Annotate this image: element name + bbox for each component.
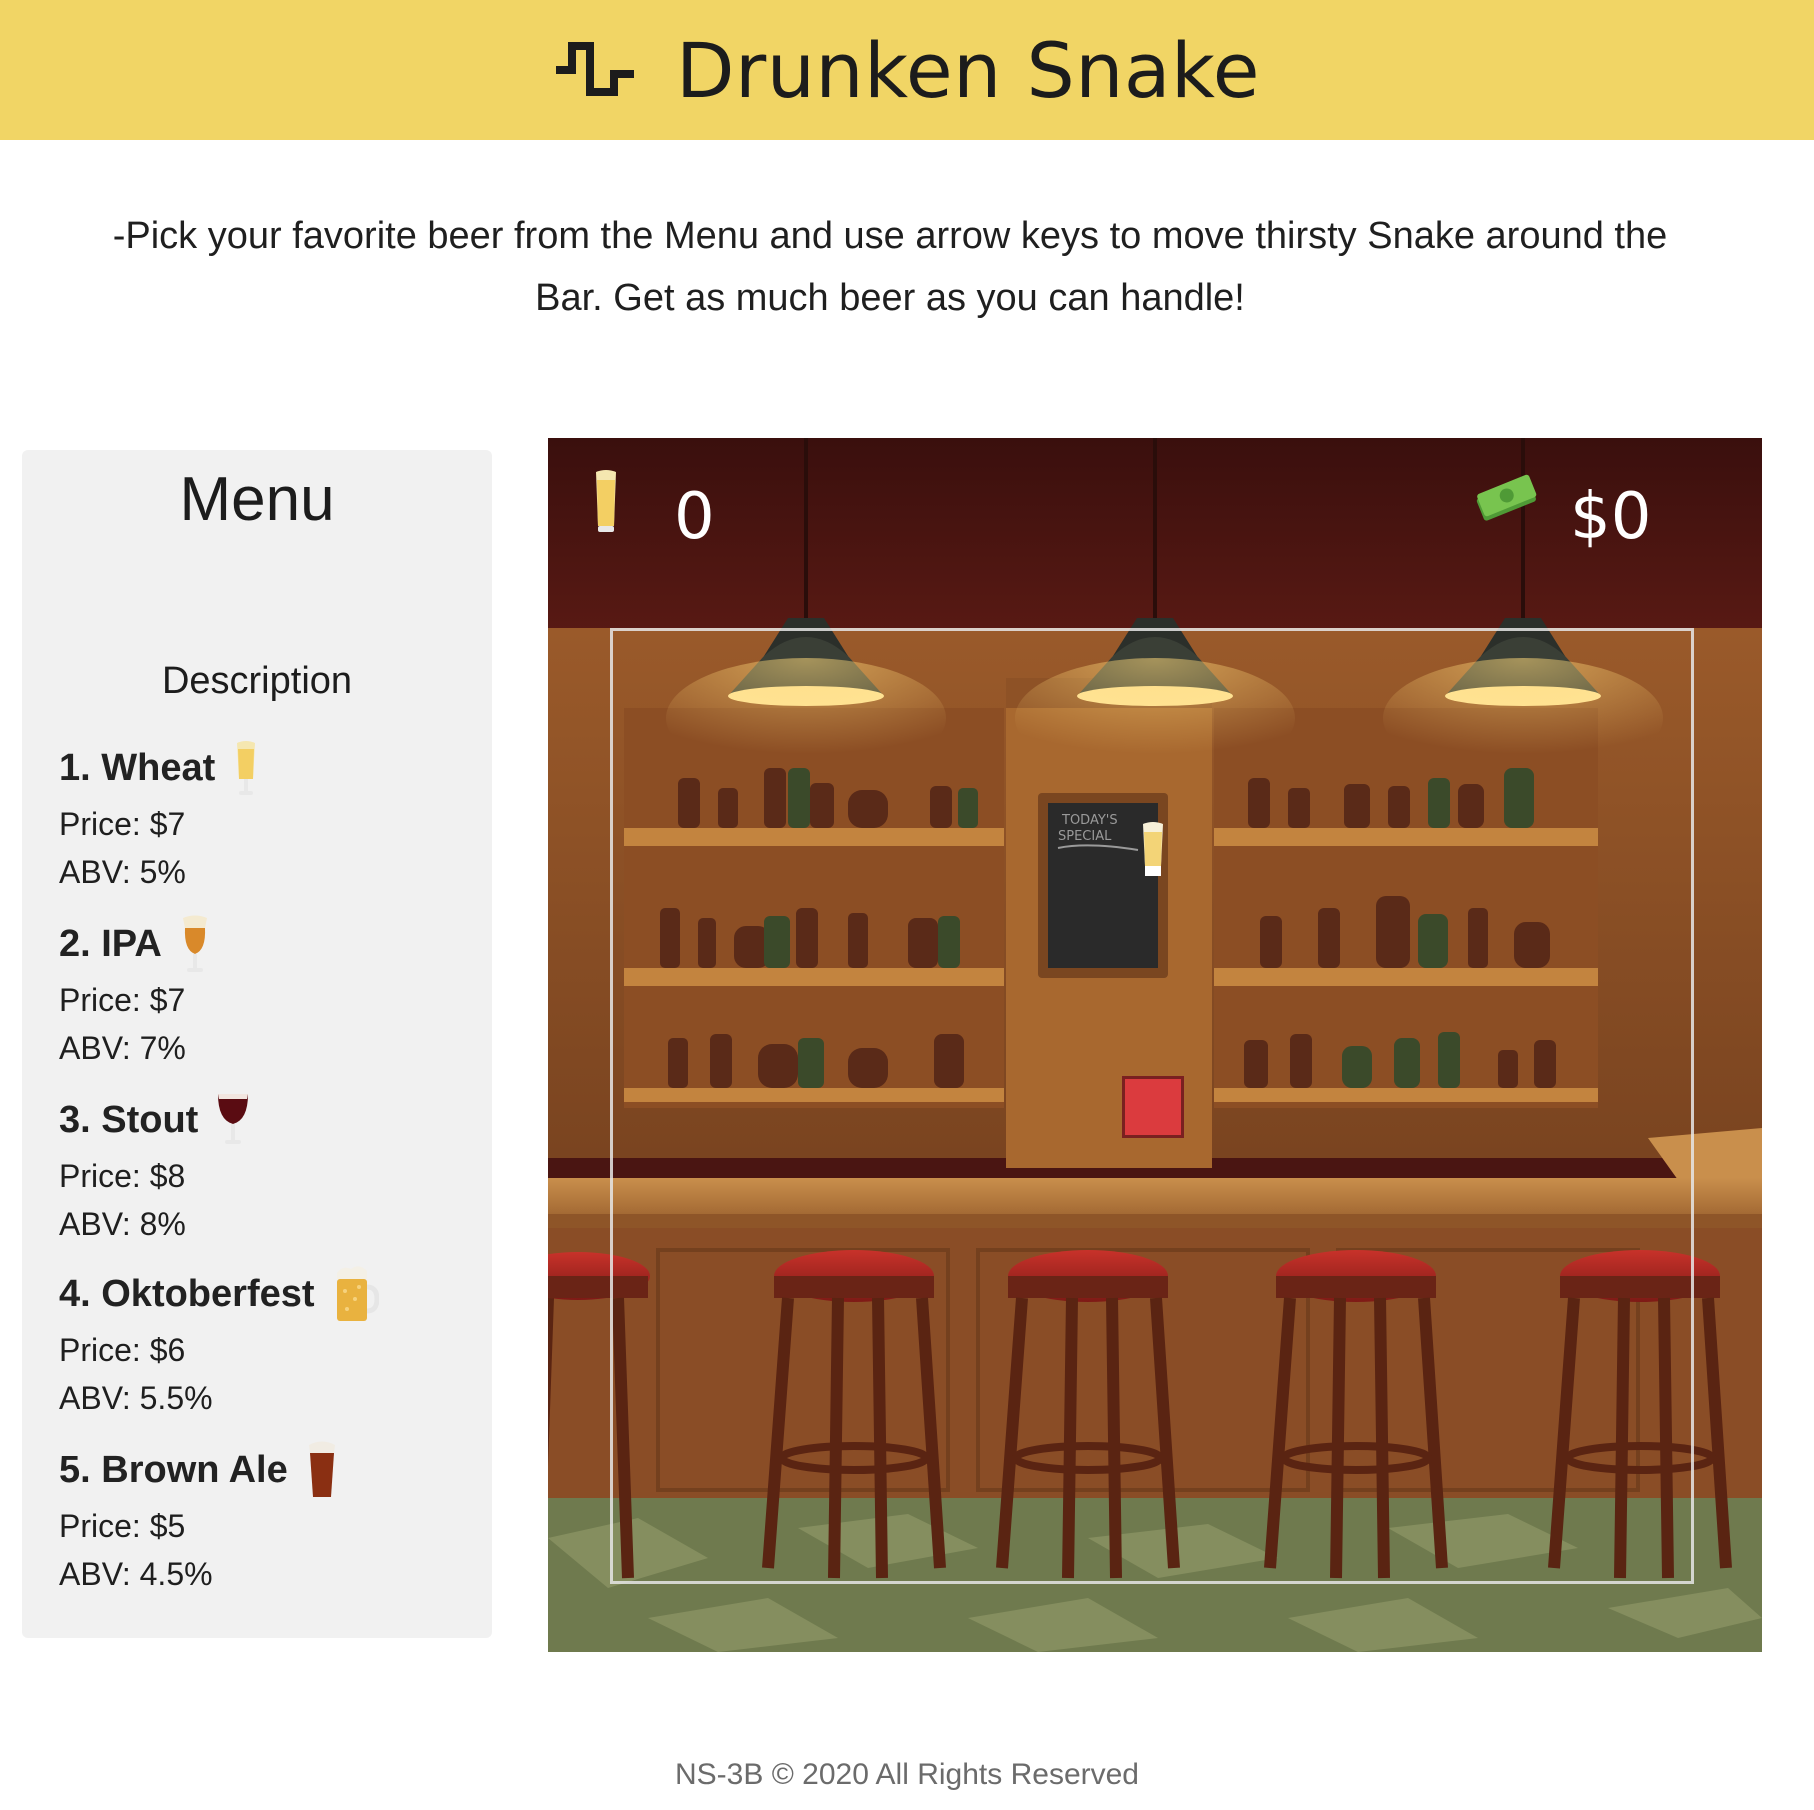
game-board[interactable]: TODAY'S SPECIAL 0 $0 (548, 438, 1762, 1652)
beer-abv: ABV: 8% (59, 1206, 186, 1242)
ipa-glass-icon (182, 915, 207, 972)
description-heading: Description (161, 660, 353, 702)
beer-price: Price: $8 (59, 1158, 186, 1194)
menu-item-stout[interactable]: 3. Stout Price: $8 ABV: 8% (59, 1090, 250, 1248)
beer-price: Price: $6 (59, 1332, 186, 1368)
beer-name: 3. Stout (59, 1098, 199, 1141)
money-stack-icon (1476, 474, 1537, 521)
wheat-beer-glass-icon (237, 741, 256, 795)
instructions-text: -Pick your favorite beer from the Menu a… (112, 215, 1668, 319)
beer-abv: ABV: 7% (59, 1030, 186, 1066)
money-total: $0 (1570, 480, 1652, 554)
beer-price: Price: $7 (59, 806, 186, 842)
menu-item-oktoberfest[interactable]: 4. Oktoberfest Price: $6 ABV: 5.5% (59, 1264, 379, 1422)
beer-name: 4. Oktoberfest (59, 1272, 315, 1315)
beer-food-icon (1143, 822, 1163, 876)
header-bar: Drunken Snake (0, 0, 1814, 140)
beer-abv: ABV: 5.5% (59, 1380, 213, 1416)
beer-name: 5. Brown Ale (59, 1448, 288, 1491)
beer-price: Price: $7 (59, 982, 186, 1018)
menu-title: Menu (179, 465, 335, 534)
snake-head (1122, 1076, 1184, 1138)
menu-item-wheat[interactable]: 1. Wheat Price: $7 ABV: 5% (59, 738, 259, 896)
beer-glass-icon (596, 470, 616, 532)
beer-count: 0 (674, 480, 715, 554)
app-title: Drunken Snake (675, 25, 1261, 115)
snake-wave-icon (555, 42, 634, 96)
beer-name: 2. IPA (59, 922, 162, 965)
brown-ale-glass-icon (308, 1441, 335, 1497)
beer-price: Price: $5 (59, 1508, 186, 1544)
beer-name: 1. Wheat (59, 746, 216, 789)
menu-item-brown-ale[interactable]: 5. Brown Ale Price: $5 ABV: 4.5% (59, 1440, 338, 1598)
menu-item-ipa[interactable]: 2. IPA Price: $7 ABV: 7% (59, 914, 210, 1072)
footer-copyright: NS-3B © 2020 All Rights Reserved (675, 1758, 1139, 1791)
beer-abv: ABV: 4.5% (59, 1556, 213, 1592)
beer-mug-icon (336, 1266, 379, 1321)
beer-menu-panel: Menu Description 1. Wheat Price: $7 ABV:… (22, 450, 492, 1638)
beer-abv: ABV: 5% (59, 854, 186, 890)
stout-glass-icon (218, 1094, 249, 1144)
